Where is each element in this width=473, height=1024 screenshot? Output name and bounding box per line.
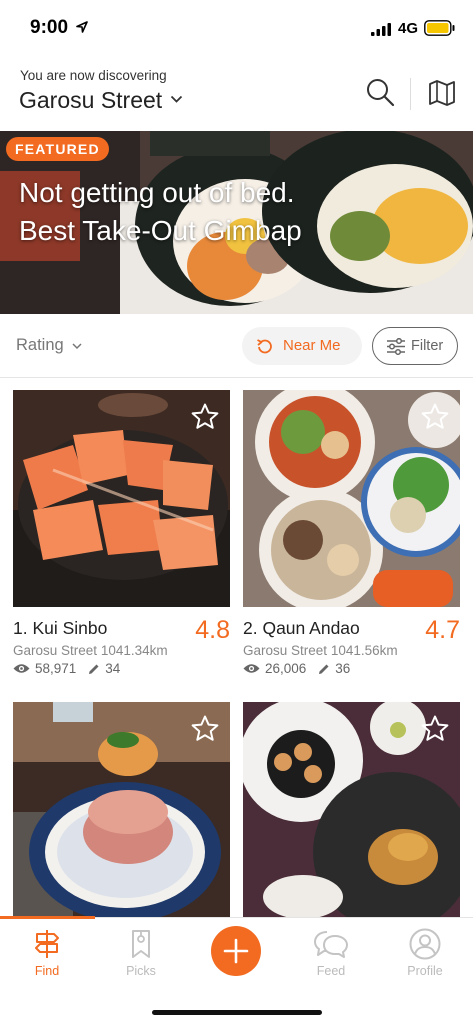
place-name: 2. Qaun Andao <box>243 618 360 638</box>
filter-label: Filter <box>411 338 444 354</box>
search-icon[interactable] <box>365 77 395 107</box>
place-area: Garosu Street <box>13 643 98 658</box>
cellular-signal-icon <box>371 23 391 36</box>
star-icon[interactable] <box>190 714 220 744</box>
chevron-down-icon[interactable] <box>170 95 183 104</box>
filter-bar: Rating Near Me Filter <box>0 314 473 378</box>
status-bar: 9:00 4G <box>0 0 473 58</box>
location-selector[interactable]: Garosu Street <box>19 87 162 114</box>
chevron-down-icon[interactable] <box>72 343 82 350</box>
place-location: Garosu Street 1041.56km <box>243 643 398 658</box>
scroll-progress <box>0 916 95 919</box>
chat-bubbles-icon <box>314 931 348 958</box>
view-count: 58,971 <box>35 661 77 676</box>
edit-count: 34 <box>105 661 121 676</box>
place-card[interactable] <box>13 702 230 917</box>
eye-icon <box>243 664 260 673</box>
edit-count: 36 <box>335 661 351 676</box>
sort-dropdown[interactable]: Rating <box>16 336 64 355</box>
tab-picks[interactable]: Picks <box>106 928 176 988</box>
place-distance: 1041.56km <box>330 643 398 658</box>
home-indicator[interactable] <box>152 1010 322 1015</box>
tab-label: Find <box>34 964 60 978</box>
place-rating: 4.7 <box>425 616 460 644</box>
tab-bar: Find Picks Feed Profile <box>0 916 473 1024</box>
place-rating: 4.8 <box>195 616 230 644</box>
star-icon[interactable] <box>190 402 220 432</box>
pencil-icon <box>89 664 99 674</box>
status-time: 9:00 <box>30 17 69 38</box>
tab-feed[interactable]: Feed <box>296 928 366 988</box>
tab-label: Picks <box>126 964 156 978</box>
place-distance: 1041.34km <box>100 643 168 658</box>
place-location: Garosu Street 1041.34km <box>13 643 168 658</box>
header-divider <box>410 78 411 110</box>
tab-label: Feed <box>316 964 346 978</box>
place-card[interactable]: 2. Qaun Andao 4.7 Garosu Street 1041.56k… <box>243 390 460 690</box>
plus-icon <box>223 938 249 964</box>
star-icon[interactable] <box>420 714 450 744</box>
near-me-button[interactable]: Near Me <box>242 327 362 365</box>
place-card[interactable] <box>243 702 460 917</box>
tab-find[interactable]: Find <box>12 928 82 988</box>
view-count: 26,006 <box>265 661 307 676</box>
star-icon[interactable] <box>420 402 450 432</box>
add-button[interactable] <box>211 926 261 976</box>
banner-headline-line2: Best Take-Out Gimbap <box>19 215 302 246</box>
map-icon[interactable] <box>427 78 457 108</box>
banner-headline-line1: Not getting out of bed. <box>19 177 295 208</box>
place-area: Garosu Street <box>243 643 328 658</box>
tab-label: Profile <box>407 964 443 978</box>
near-me-label: Near Me <box>283 337 341 354</box>
place-stats: 26,006 36 <box>243 661 350 676</box>
sliders-icon <box>387 338 405 355</box>
signpost-icon <box>35 930 59 958</box>
eye-icon <box>13 664 30 673</box>
discover-header: You are now discovering Garosu Street <box>0 58 473 130</box>
bookmark-icon <box>132 930 150 958</box>
profile-icon <box>409 928 441 960</box>
place-card[interactable]: 1. Kui Sinbo 4.8 Garosu Street 1041.34km… <box>13 390 230 690</box>
place-name: 1. Kui Sinbo <box>13 618 108 638</box>
network-type: 4G <box>398 20 419 37</box>
discover-subtitle: You are now discovering <box>20 68 167 83</box>
place-stats: 58,971 34 <box>13 661 120 676</box>
tab-profile[interactable]: Profile <box>390 928 460 988</box>
battery-icon <box>424 20 455 36</box>
featured-tag: FEATURED <box>6 137 109 161</box>
refresh-icon <box>257 339 272 354</box>
pencil-icon <box>319 664 329 674</box>
filter-button[interactable]: Filter <box>372 327 458 365</box>
location-arrow-icon <box>76 21 88 33</box>
